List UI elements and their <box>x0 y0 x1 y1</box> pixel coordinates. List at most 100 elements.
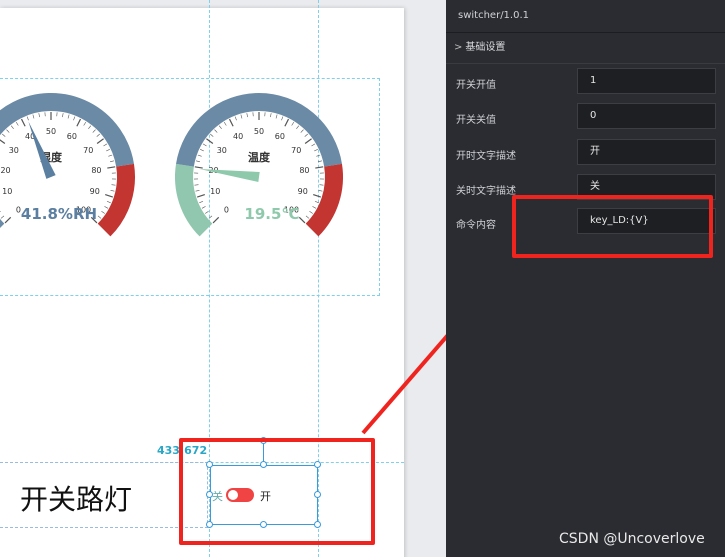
gauge-tick <box>194 166 203 169</box>
gauge-tick <box>103 143 108 147</box>
gauge-arc-segment <box>305 163 343 237</box>
gauge-tick <box>96 138 104 144</box>
gauge-tick <box>309 211 313 214</box>
gauge-tick <box>305 215 310 219</box>
properties-panel: switcher/1.0.1 > 基础设置 开关开值 1 开关关值 0 开时文字描… <box>446 0 725 557</box>
field-label: 开关开值 <box>456 80 496 91</box>
gauge-tick <box>10 125 14 129</box>
gauge-tick-label: 80 <box>299 166 309 175</box>
gauge-tick <box>0 215 5 219</box>
field-row-off-value: 开关关值 0 <box>446 103 725 139</box>
gauge-tick <box>38 113 40 118</box>
field-label: 开关关值 <box>456 115 496 126</box>
gauge-tick-label: 10 <box>2 187 12 196</box>
gauge-tick <box>0 139 6 144</box>
gauge-tick-label: 30 <box>217 146 227 155</box>
switch-label-text: 开关路灯 <box>20 483 133 516</box>
gauge-tick <box>315 166 324 169</box>
gauge-tick <box>104 206 109 209</box>
gauge-tick <box>228 118 234 127</box>
gauge-tick <box>110 190 115 192</box>
gauge-tick <box>202 143 207 147</box>
field-label: 关时文字描述 <box>456 186 516 197</box>
gauge-tick-label: 40 <box>233 132 243 141</box>
gauge-tick <box>206 138 214 144</box>
gauge-tick <box>313 194 322 198</box>
gauge-tick <box>2 133 6 137</box>
gauge-tick <box>304 138 312 144</box>
gauge-tick <box>314 200 319 204</box>
gauge-tick <box>76 118 82 127</box>
gauge-tick-label: 60 <box>67 132 77 141</box>
gauge-tick-label: 90 <box>298 187 308 196</box>
gauge-tick-label: 70 <box>291 146 301 155</box>
gauge-tick <box>108 154 113 157</box>
gauge-tick <box>199 200 204 204</box>
gauge-tick-label: 60 <box>275 132 285 141</box>
chevron-right-icon: > <box>454 42 463 53</box>
gauge-tick <box>234 116 237 121</box>
gauge-tick <box>296 125 300 129</box>
gauge-tick-label: 30 <box>9 146 19 155</box>
gauge-tick <box>101 211 105 214</box>
gauge-tick <box>26 116 29 121</box>
field-row-on-value: 开关开值 1 <box>446 68 725 104</box>
gauge-tick <box>195 190 200 192</box>
gauge-tick <box>83 121 87 126</box>
gauge-tick <box>0 211 1 213</box>
field-label: 开时文字描述 <box>456 151 516 162</box>
gauge-tick <box>4 216 12 224</box>
on-text-input[interactable]: 开 <box>577 139 716 165</box>
gauge-tick <box>106 149 110 152</box>
gauge-tick <box>107 166 116 169</box>
gauge-tick <box>200 149 204 152</box>
gauge-tick <box>105 194 114 198</box>
gauge-tick <box>205 211 209 214</box>
gauge-title: 温度 <box>248 150 271 164</box>
gauge-tick-label: 50 <box>46 127 56 136</box>
gauge-tick <box>73 116 76 121</box>
gauge-tick <box>208 215 213 219</box>
gauge-tick-label: 80 <box>91 166 101 175</box>
gauge-tick <box>316 154 321 157</box>
gauge-tick <box>67 114 70 119</box>
highlight-box-command <box>512 195 713 258</box>
gauge-tick <box>275 114 278 119</box>
gauge-tick <box>214 129 218 133</box>
gauge-tick <box>15 121 19 126</box>
gauge-arc-segment <box>97 163 135 237</box>
gauge-arc-segment <box>175 163 213 237</box>
field-row-on-text: 开时文字描述 开 <box>446 139 725 175</box>
gauge-tick <box>314 149 318 152</box>
gauge-tick <box>312 206 317 209</box>
gauge-tick <box>240 114 243 119</box>
gauge-tick-label: 20 <box>0 166 10 175</box>
gauge-value-label: 19.5℃ <box>244 205 299 223</box>
field-label: 命令内容 <box>456 220 496 231</box>
gauge-tick <box>92 129 96 133</box>
component-version-title: switcher/1.0.1 <box>446 0 725 33</box>
watermark-text: CSDN @Uncoverlove <box>559 531 705 547</box>
design-canvas[interactable]: 0102030405060708090100湿度41.8%RH010203040… <box>0 0 446 557</box>
gauge-tick <box>110 160 115 163</box>
on-value-input[interactable]: 1 <box>577 68 716 94</box>
gauge-tick <box>111 184 116 186</box>
gauge-tick <box>201 206 206 209</box>
gauge-tick <box>88 125 92 129</box>
gauge-value-label: 41.8%RH <box>21 205 97 223</box>
gauge-tick <box>298 216 306 224</box>
gauge-tick-label: 10 <box>210 187 220 196</box>
section-basic-settings[interactable]: > 基础设置 <box>446 33 725 64</box>
off-value-input[interactable]: 0 <box>577 103 716 129</box>
gauge-tick <box>318 190 323 192</box>
gauge-tick <box>6 129 10 133</box>
gauge-tick <box>319 184 324 186</box>
gauge-tick <box>96 133 100 137</box>
gauge-tick <box>97 215 102 219</box>
gauge-tick <box>284 118 290 127</box>
gauge-tick <box>270 113 272 118</box>
section-title: 基础设置 <box>465 42 506 53</box>
gauge-tick <box>304 133 308 137</box>
gauge-tick <box>212 216 220 224</box>
gauge-tick <box>195 160 200 163</box>
